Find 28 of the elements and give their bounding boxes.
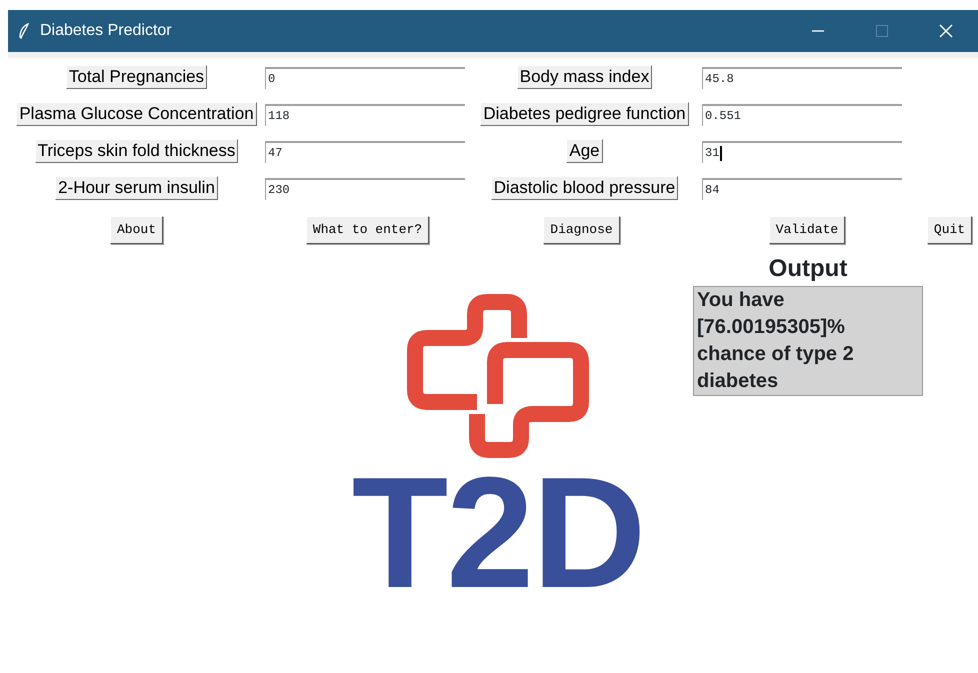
output-text: You have [76.00195305]% chance of type 2 diabetes [693, 286, 923, 396]
field-label-button[interactable]: Body mass index [516, 64, 652, 88]
input-field[interactable]: 230 [265, 178, 465, 200]
input-field[interactable]: 118 [265, 104, 465, 126]
input-field[interactable]: 84 [702, 178, 902, 200]
field-label-button[interactable]: Diastolic blood pressure [490, 176, 678, 200]
field-label-button[interactable]: Triceps skin fold thickness [34, 138, 238, 162]
output-heading: Output [768, 254, 848, 284]
feather-icon [18, 23, 30, 39]
action-button[interactable]: Diagnose [543, 216, 620, 244]
input-field[interactable]: 0 [265, 66, 465, 88]
logo-icon [407, 294, 589, 458]
action-button[interactable]: Quit [926, 216, 972, 244]
field-label-button[interactable]: Age [566, 138, 603, 162]
close-icon[interactable] [938, 23, 954, 39]
logo-text: T2D [352, 458, 644, 608]
action-button[interactable]: Validate [768, 216, 846, 244]
field-label-button[interactable]: Plasma Glucose Concentration [16, 102, 257, 126]
field-label-button[interactable]: 2-Hour serum insulin [55, 176, 218, 200]
input-field[interactable]: 47 [265, 140, 465, 162]
input-field[interactable]: 0.551 [702, 104, 902, 126]
action-button[interactable]: What to enter? [306, 216, 430, 244]
input-field[interactable]: 31 [702, 140, 902, 162]
window-title: Diabetes Predictor [40, 21, 172, 41]
input-field[interactable]: 45.8 [702, 66, 902, 88]
field-label-button[interactable]: Diabetes pedigree function [480, 102, 689, 126]
field-label-button[interactable]: Total Pregnancies [66, 64, 208, 88]
action-button[interactable]: About [110, 216, 163, 244]
